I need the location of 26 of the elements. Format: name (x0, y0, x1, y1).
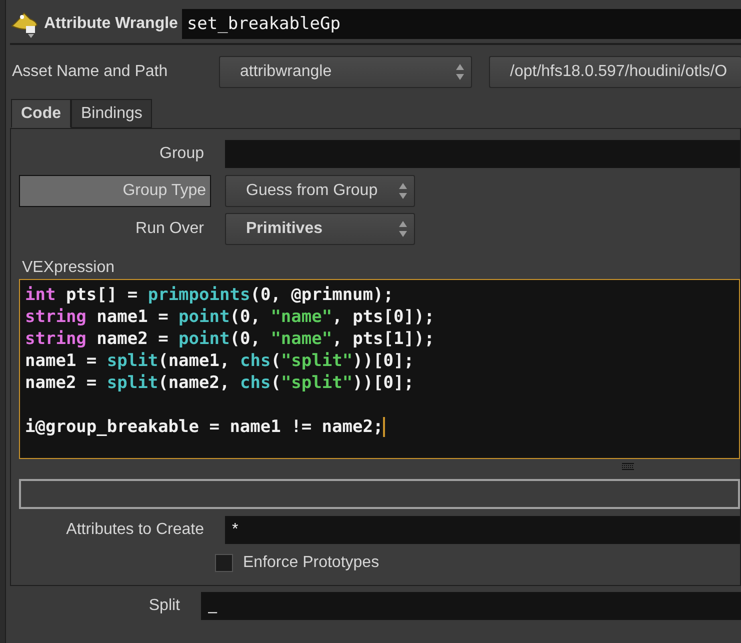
stepper-arrows-icon (398, 220, 408, 238)
vexpression-label: VEXpression (21, 259, 116, 277)
code-editor[interactable]: int pts[] = primpoints(0, @primnum); string name1 = point(0, "name", pts[0]); string name2 = point(0, "name", pts[1]); name1 = split(name1, chs("split"))[0]; name2 = split(name2, chs("split"))[0]; i@group_breakable = name1 != name2; (19, 279, 740, 459)
resize-grip-icon[interactable] (622, 463, 634, 471)
split-label: Split (148, 597, 181, 615)
tab[interactable]: Code (11, 99, 71, 128)
tab[interactable]: Bindings (71, 99, 152, 128)
stepper-arrows-icon (455, 63, 465, 81)
node-name-field[interactable]: set_breakableGp (182, 9, 741, 39)
group-type-label-button[interactable]: Group Type (19, 175, 211, 207)
group-field[interactable] (225, 140, 740, 168)
asset-path-field[interactable]: /opt/hfs18.0.597/houdini/otls/O (489, 56, 741, 88)
node-type-label: Attribute Wrangle (44, 15, 178, 33)
stepper-arrows-icon (398, 182, 408, 200)
enforce-prototypes-label: Enforce Prototypes (243, 554, 380, 572)
attributes-to-create-field[interactable]: * (225, 516, 740, 544)
run-over-label: Run Over (134, 220, 205, 238)
split-field[interactable]: _ (201, 592, 741, 620)
empty-field[interactable] (19, 479, 740, 509)
group-label: Group (158, 145, 205, 163)
enforce-prototypes-checkbox[interactable] (215, 554, 233, 572)
attributes-to-create-label: Attributes to Create (65, 521, 205, 539)
asset-label: Asset Name and Path (11, 63, 169, 81)
run-over-dropdown[interactable]: Primitives (225, 213, 415, 245)
asset-name-dropdown[interactable]: attribwrangle (219, 56, 472, 88)
group-type-dropdown[interactable]: Guess from Group (225, 175, 415, 207)
